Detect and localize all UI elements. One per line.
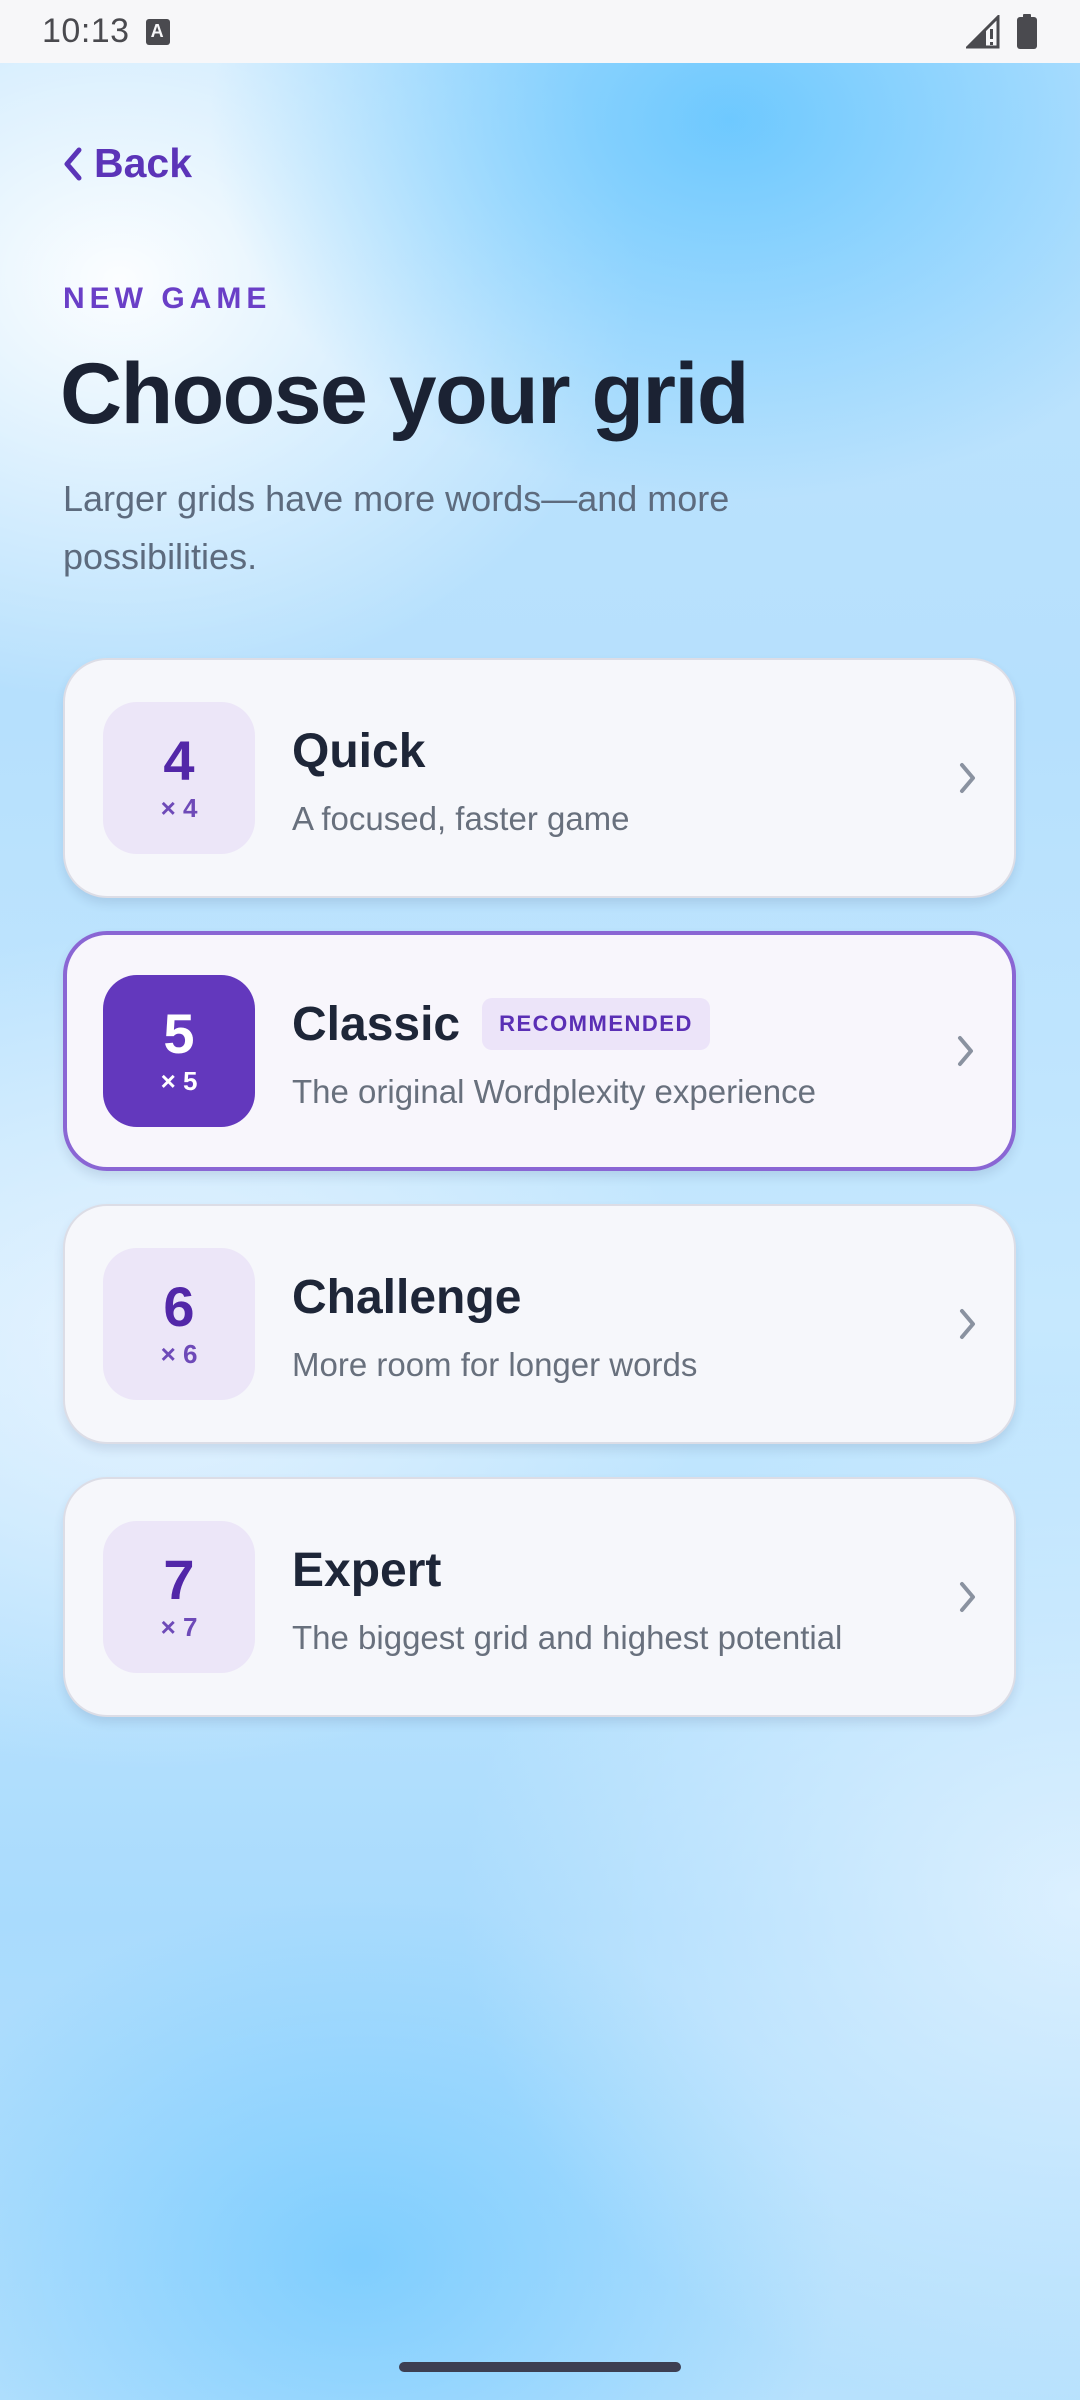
grid-size-badge: 4 × 4: [103, 702, 255, 854]
page-subtitle: Larger grids have more words—and more po…: [63, 478, 730, 577]
grid-option-classic[interactable]: 5 × 5 Classic RECOMMENDED The original W…: [63, 931, 1016, 1171]
grid-size-number: 4: [163, 728, 195, 792]
chevron-right-icon: [960, 763, 975, 793]
grid-size-number: 6: [163, 1274, 195, 1338]
status-icons: [966, 13, 1038, 50]
grid-option-description: More room for longer words: [292, 1346, 698, 1383]
grid-size-number: 7: [163, 1547, 195, 1611]
back-label: Back: [94, 140, 193, 186]
grid-option-description: The original Wordplexity experience: [292, 1073, 816, 1110]
grid-option-expert[interactable]: 7 × 7 Expert The biggest grid and highes…: [63, 1477, 1016, 1717]
grid-size-multiplier: × 6: [160, 1338, 198, 1369]
battery-icon: [1017, 13, 1037, 49]
grid-size-number: 5: [163, 1001, 195, 1065]
grid-size-multiplier: × 4: [160, 792, 198, 823]
signal-icon: [966, 14, 1000, 48]
recommended-badge: RECOMMENDED: [482, 998, 710, 1050]
grid-option-challenge[interactable]: 6 × 6 Challenge More room for longer wor…: [63, 1204, 1016, 1444]
grid-size-multiplier: × 5: [160, 1065, 198, 1096]
status-bar: 10:13: [0, 0, 1080, 63]
back-button[interactable]: Back: [62, 140, 192, 187]
grid-option-description: The biggest grid and highest potential: [292, 1619, 843, 1656]
eyebrow-label: NEW GAME: [63, 282, 272, 315]
chevron-right-icon: [958, 1036, 973, 1066]
grid-option-description: A focused, faster game: [292, 800, 630, 837]
chevron-right-icon: [960, 1582, 975, 1612]
grid-option-title: Quick: [292, 724, 426, 778]
home-indicator[interactable]: [399, 2362, 681, 2372]
grid-option-quick[interactable]: 4 × 4 Quick A focused, faster game: [63, 658, 1016, 898]
grid-size-multiplier: × 7: [160, 1611, 198, 1642]
chevron-right-icon: [960, 1309, 975, 1339]
chevron-left-icon: [64, 147, 82, 180]
text-a-icon: [145, 18, 170, 45]
grid-size-badge: 7 × 7: [103, 1521, 255, 1673]
grid-option-list: 4 × 4 Quick A focused, faster game 5 × 5…: [63, 658, 1016, 1750]
grid-option-title: Classic: [292, 997, 461, 1051]
status-time: 10:13: [42, 12, 130, 50]
page-title: Choose your grid: [60, 346, 749, 442]
grid-size-badge: 6 × 6: [103, 1248, 255, 1400]
grid-size-badge: 5 × 5: [103, 975, 255, 1127]
grid-option-title: Challenge: [292, 1270, 522, 1324]
grid-option-title: Expert: [292, 1543, 442, 1597]
